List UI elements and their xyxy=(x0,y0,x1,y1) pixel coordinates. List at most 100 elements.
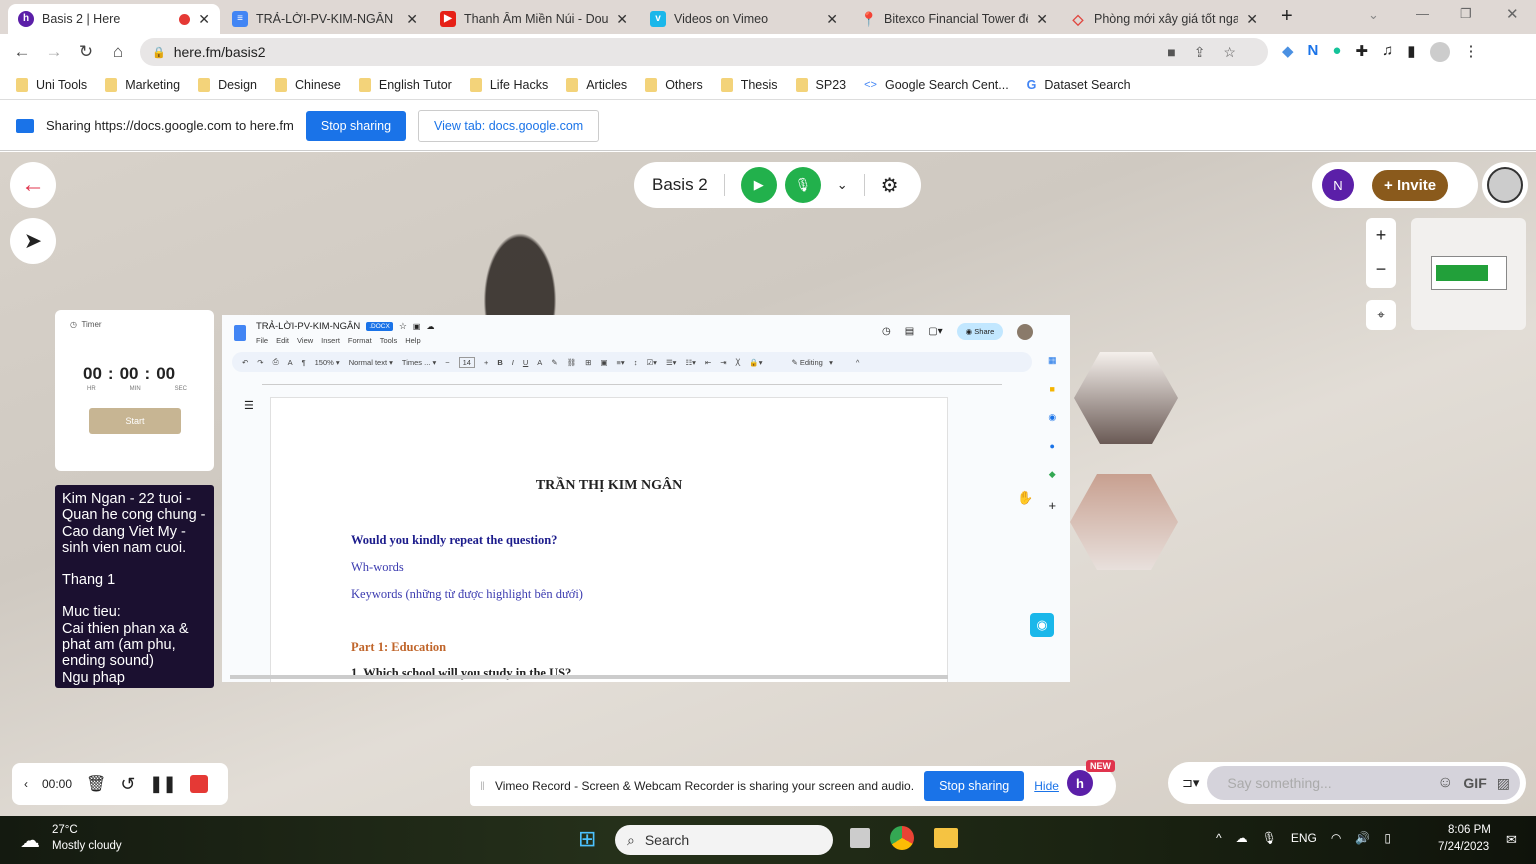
n-extension-icon[interactable]: N xyxy=(1308,42,1319,62)
bookmark-folder[interactable]: Uni Tools xyxy=(16,77,87,92)
zoom-out-button[interactable]: − xyxy=(1366,252,1396,286)
history-icon[interactable]: ◷ xyxy=(882,326,891,337)
horizontal-scrollbar[interactable] xyxy=(230,675,948,679)
zoom-select[interactable]: 150% ▾ xyxy=(315,358,340,367)
menu-icon[interactable]: ⋮ xyxy=(1464,42,1479,62)
calendar-icon[interactable]: ▦ xyxy=(1048,355,1057,366)
maximize-icon[interactable]: ❐ xyxy=(1460,6,1472,22)
restart-icon[interactable]: ↺ xyxy=(120,774,135,795)
cloud-icon[interactable]: ☁ xyxy=(426,322,434,331)
tab-docs[interactable]: ≡ TRẢ-LỜI-PV-KIM-NGÂN ✕ xyxy=(222,4,428,34)
bookmark-folder[interactable]: Marketing xyxy=(105,77,180,92)
collapse-chevron-icon[interactable]: ‹ xyxy=(24,777,28,791)
minimize-icon[interactable]: — xyxy=(1416,6,1429,21)
participant-video[interactable] xyxy=(1070,474,1178,570)
volume-icon[interactable]: 🔊 xyxy=(1355,831,1370,845)
bookmark-link[interactable]: <> Google Search Cent... xyxy=(864,78,1009,92)
stop-record-button[interactable] xyxy=(190,775,209,793)
style-select[interactable]: Normal text ▾ xyxy=(349,358,393,367)
trash-icon[interactable]: 🗑 xyxy=(86,774,106,794)
chat-input[interactable]: Say something... ☺ GIF ▨ xyxy=(1207,766,1520,800)
tab-vimeo[interactable]: v Videos on Vimeo ✕ xyxy=(640,4,848,34)
home-icon[interactable]: ⌂ xyxy=(102,42,134,62)
tray-chevron-icon[interactable]: ^ xyxy=(1216,831,1222,845)
bookmark-folder[interactable]: SP23 xyxy=(795,77,846,92)
emoji-icon[interactable]: ☺ xyxy=(1437,774,1453,792)
reload-icon[interactable]: ↻ xyxy=(70,42,102,62)
language-indicator[interactable]: ENG xyxy=(1291,831,1317,845)
bullets-icon[interactable]: ☰▾ xyxy=(666,358,677,367)
highlight-icon[interactable]: ✎ xyxy=(551,358,557,367)
camera-button[interactable]: ▶ xyxy=(740,167,777,203)
collapse-icon[interactable]: ^ xyxy=(856,358,860,367)
tab-phong[interactable]: ◇ Phòng mới xây giá tốt ngay ✕ xyxy=(1060,4,1268,34)
indent-icon[interactable]: ⇤ xyxy=(705,358,711,367)
chevron-down-icon[interactable]: ⌄ xyxy=(837,177,848,193)
bookmark-folder[interactable]: Design xyxy=(198,77,257,92)
close-tab-icon[interactable]: ✕ xyxy=(198,11,210,28)
contacts-icon[interactable]: ● xyxy=(1050,441,1055,451)
task-view-icon[interactable] xyxy=(850,828,870,848)
microphone-button[interactable]: 🎙 xyxy=(784,167,821,203)
image-icon[interactable]: ▣ xyxy=(600,358,607,367)
move-icon[interactable]: ▣ xyxy=(413,322,421,331)
vimeo-stop-sharing-button[interactable]: Stop sharing xyxy=(924,771,1025,801)
windows-start-icon[interactable]: ⊞ xyxy=(578,826,596,852)
comment-icon[interactable]: ⊞ xyxy=(585,358,591,367)
my-avatar[interactable] xyxy=(1482,162,1528,208)
maps-icon[interactable]: ◆ xyxy=(1049,469,1056,480)
comments-icon[interactable]: ▤ xyxy=(905,326,914,337)
stop-sharing-button[interactable]: Stop sharing xyxy=(305,110,407,141)
close-tab-icon[interactable]: ✕ xyxy=(1246,11,1258,28)
line-spacing-icon[interactable]: ↕ xyxy=(634,358,638,367)
ruler[interactable] xyxy=(262,377,1002,385)
checklist-icon[interactable]: ☑▾ xyxy=(646,358,657,367)
address-bar[interactable]: 🔒 here.fm/basis2 ■⇪☆ xyxy=(140,38,1268,66)
bookmark-folder[interactable]: Chinese xyxy=(275,77,341,92)
view-tab-button[interactable]: View tab: docs.google.com xyxy=(418,109,600,142)
decrease-size-icon[interactable]: − xyxy=(445,358,449,367)
share-button[interactable]: ◉ Share xyxy=(956,323,1004,340)
here-fm-logo[interactable]: h xyxy=(1067,770,1093,796)
media-icon[interactable]: ♫ xyxy=(1382,42,1393,62)
clock-date[interactable]: 7/24/2023 xyxy=(1438,841,1489,853)
numbered-list-icon[interactable]: ☷▾ xyxy=(685,358,696,367)
send-icon[interactable]: ➤ xyxy=(10,218,56,264)
bookmark-folder[interactable]: English Tutor xyxy=(358,77,452,92)
outline-icon[interactable]: ☰ xyxy=(244,399,254,412)
underline-icon[interactable]: U xyxy=(523,358,528,367)
print-icon[interactable]: ⎙ xyxy=(273,357,279,367)
pause-icon[interactable]: ❚❚ xyxy=(149,774,176,794)
close-tab-icon[interactable]: ✕ xyxy=(1036,11,1048,28)
editing-mode-select[interactable]: ✎ Editing ▾ xyxy=(792,358,833,367)
redo-icon[interactable]: ↷ xyxy=(257,358,263,367)
gif-button[interactable]: GIF xyxy=(1463,775,1486,791)
notifications-icon[interactable]: ✉ xyxy=(1506,832,1517,848)
battery-icon[interactable]: ▯ xyxy=(1384,831,1391,845)
tab-search-icon[interactable]: ⌄ xyxy=(1368,7,1379,23)
sticky-note[interactable]: Kim Ngan - 22 tuoi - Quan he cong chung … xyxy=(55,485,214,688)
profile-avatar[interactable] xyxy=(1429,42,1450,62)
align-icon[interactable]: ≡▾ xyxy=(617,358,625,367)
bookmark-folder[interactable]: Others xyxy=(645,77,703,92)
undo-icon[interactable]: ↶ xyxy=(242,358,248,367)
new-tab-icon[interactable]: + xyxy=(1281,5,1293,28)
forward-icon[interactable]: → xyxy=(38,42,70,62)
spellcheck-icon[interactable]: A xyxy=(288,358,293,367)
user-avatar[interactable]: N xyxy=(1322,169,1354,201)
close-tab-icon[interactable]: ✕ xyxy=(406,11,418,28)
image-upload-icon[interactable]: ▨ xyxy=(1497,775,1510,792)
star-icon[interactable]: ☆ xyxy=(399,321,407,332)
wifi-icon[interactable]: ◠ xyxy=(1331,831,1341,845)
address-actions-icons[interactable]: ■⇪☆ xyxy=(1167,44,1254,61)
chat-type-icon[interactable]: ⊐▾ xyxy=(1182,775,1199,791)
tab-youtube[interactable]: ▶ Thanh Âm Miền Núi - Douy ✕ xyxy=(430,4,638,34)
puzzle-icon[interactable]: ✚ xyxy=(1355,42,1368,62)
extension-icon[interactable]: ◆ xyxy=(1282,42,1294,62)
taskbar-search[interactable]: ⌕ Search xyxy=(615,825,833,855)
file-explorer-icon[interactable] xyxy=(934,828,958,848)
text-color-icon[interactable]: A xyxy=(537,358,542,367)
participant-video[interactable] xyxy=(1074,352,1178,444)
outdent-icon[interactable]: ⇥ xyxy=(720,358,726,367)
bookmark-link[interactable]: G Dataset Search xyxy=(1027,78,1131,92)
